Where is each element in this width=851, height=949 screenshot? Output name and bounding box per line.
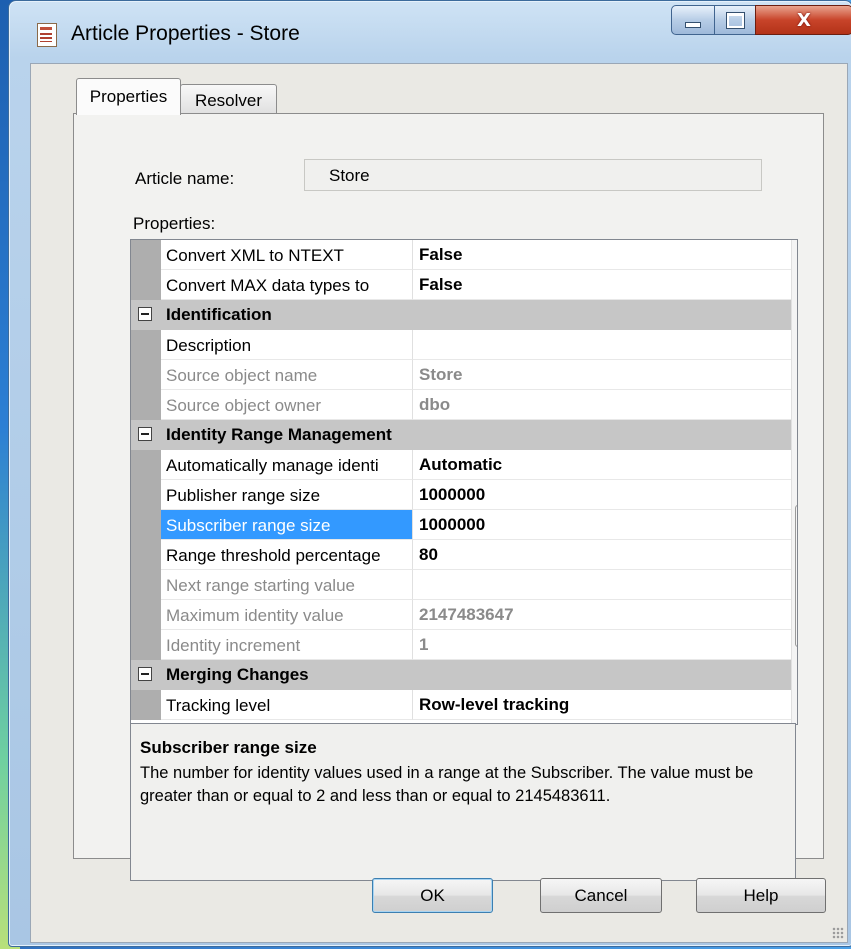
category-gutter (131, 420, 161, 450)
row-gutter (131, 450, 161, 480)
collapse-minus-icon[interactable] (138, 427, 152, 441)
ok-button[interactable]: OK (372, 878, 493, 913)
property-name[interactable]: Convert XML to NTEXT (161, 240, 413, 270)
property-value[interactable]: Row-level tracking (413, 690, 791, 720)
property-name[interactable]: Convert MAX data types to (161, 270, 413, 300)
property-value[interactable]: 80 (413, 540, 791, 570)
property-row[interactable]: Source object owner dbo (131, 390, 791, 420)
properties-tab-panel: Article name: Store Properties: Convert … (73, 113, 824, 881)
category-name: Merging Changes (161, 660, 791, 690)
dialog-client-area: Properties Resolver Article name: Store … (30, 63, 848, 943)
property-name[interactable]: Description (161, 330, 413, 360)
dialog-window: Article Properties - Store X Properties … (8, 0, 851, 947)
category-gutter (131, 660, 161, 690)
row-gutter (131, 570, 161, 600)
property-row[interactable]: Convert XML to NTEXT False (131, 240, 791, 270)
row-gutter (131, 690, 161, 720)
property-row[interactable]: Maximum identity value 2147483647 (131, 600, 791, 630)
property-row[interactable]: Subscriber range size 1000000 (131, 510, 791, 540)
window-title: Article Properties - Store (71, 22, 300, 45)
property-name[interactable]: Subscriber range size (161, 510, 413, 540)
properties-label: Properties: (133, 214, 216, 233)
property-row[interactable]: Description (131, 330, 791, 360)
property-name[interactable]: Maximum identity value (161, 600, 413, 630)
row-gutter (131, 240, 161, 270)
property-row[interactable]: Identity increment 1 (131, 630, 791, 660)
row-gutter (131, 510, 161, 540)
property-value (413, 570, 791, 600)
row-gutter (131, 540, 161, 570)
window-controls: X (671, 5, 851, 35)
property-name[interactable]: Source object owner (161, 390, 413, 420)
property-name[interactable]: Tracking level (161, 690, 413, 720)
property-name[interactable]: Identity increment (161, 630, 413, 660)
row-gutter (131, 480, 161, 510)
scrollbar-thumb[interactable] (795, 505, 797, 647)
close-icon: X (797, 9, 811, 31)
cancel-button[interactable]: Cancel (540, 878, 662, 913)
scroll-down-arrow-icon[interactable]: ▼ (792, 692, 797, 716)
collapse-minus-icon[interactable] (138, 307, 152, 321)
property-grid-scrollbar[interactable]: ▲ ▼ (791, 240, 797, 724)
category-name: Identification (161, 300, 791, 330)
title-bar[interactable]: Article Properties - Store X (9, 1, 851, 63)
row-gutter (131, 330, 161, 360)
property-value[interactable]: False (413, 240, 791, 270)
property-value[interactable]: False (413, 270, 791, 300)
property-category-row[interactable]: Identity Range Management (131, 420, 791, 450)
property-value[interactable]: Automatic (413, 450, 791, 480)
row-gutter (131, 360, 161, 390)
article-name-field[interactable]: Store (304, 159, 762, 191)
property-grid: Convert XML to NTEXT False Convert MAX dat… (130, 239, 798, 725)
article-name-label-text: Article name: (135, 169, 235, 188)
tab-resolver[interactable]: Resolver (180, 84, 277, 116)
category-name: Identity Range Management (161, 420, 791, 450)
property-value: Store (413, 360, 791, 390)
property-name[interactable]: Publisher range size (161, 480, 413, 510)
table-article-icon (37, 23, 57, 47)
maximize-button[interactable] (714, 5, 756, 35)
property-value[interactable]: 1000000 (413, 510, 791, 540)
property-category-row[interactable]: Merging Changes (131, 660, 791, 690)
property-name[interactable]: Automatically manage identi (161, 450, 413, 480)
minimize-button[interactable] (671, 5, 715, 35)
property-name[interactable]: Next range starting value (161, 570, 413, 600)
property-name[interactable]: Range threshold percentage (161, 540, 413, 570)
maximize-icon (725, 11, 745, 29)
row-gutter (131, 390, 161, 420)
description-text: The number for identity values used in a… (140, 764, 754, 805)
property-value[interactable]: 1000000 (413, 480, 791, 510)
property-row[interactable]: Next range starting value (131, 570, 791, 600)
property-row[interactable]: Range threshold percentage 80 (131, 540, 791, 570)
property-name[interactable]: Source object name (161, 360, 413, 390)
minimize-icon (685, 22, 701, 28)
category-gutter (131, 300, 161, 330)
description-panel: Subscriber range size The number for ide… (130, 723, 796, 881)
property-value: 1 (413, 630, 791, 660)
close-button[interactable]: X (755, 5, 851, 35)
property-value[interactable] (413, 330, 791, 360)
article-name-label: Article name: (135, 169, 234, 189)
tab-properties[interactable]: Properties (76, 78, 181, 115)
resize-grip-icon[interactable] (832, 927, 844, 939)
property-row[interactable]: Publisher range size 1000000 (131, 480, 791, 510)
help-button[interactable]: Help (696, 878, 826, 913)
row-gutter (131, 270, 161, 300)
collapse-minus-icon[interactable] (138, 667, 152, 681)
property-row[interactable]: Convert MAX data types to False (131, 270, 791, 300)
row-gutter (131, 630, 161, 660)
property-value: 2147483647 (413, 600, 791, 630)
row-gutter (131, 600, 161, 630)
property-row[interactable]: Automatically manage identi Automatic (131, 450, 791, 480)
property-value: dbo (413, 390, 791, 420)
scroll-up-arrow-icon[interactable]: ▲ (792, 246, 797, 270)
description-title: Subscriber range size (140, 738, 317, 757)
property-row[interactable]: Tracking level Row-level tracking (131, 690, 791, 720)
property-row[interactable]: Source object name Store (131, 360, 791, 390)
property-category-row[interactable]: Identification (131, 300, 791, 330)
